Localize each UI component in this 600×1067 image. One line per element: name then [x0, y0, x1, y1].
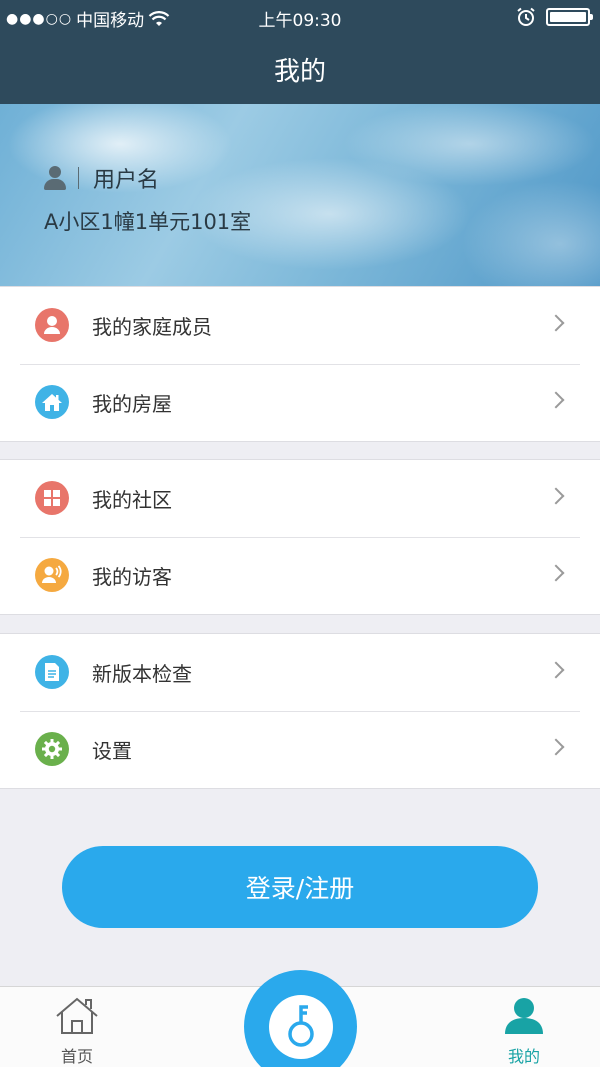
grid-icon — [35, 481, 69, 515]
chevron-right-icon — [547, 487, 565, 505]
profile-header: 用户名 A小区1幢1单元101室 — [0, 104, 600, 286]
menu-item-label: 我的社区 — [92, 488, 172, 512]
chevron-right-icon — [547, 738, 565, 756]
tab-mine[interactable]: 我的 — [474, 987, 574, 1067]
menu-group-community: 我的社区 我的访客 — [0, 459, 600, 615]
center-key-button[interactable] — [244, 970, 357, 1067]
divider — [78, 167, 79, 189]
menu-item-label: 我的家庭成员 — [92, 315, 212, 339]
tab-mine-label: 我的 — [507, 1047, 540, 1066]
menu-item-my-visitors[interactable]: 我的访客 — [0, 537, 600, 614]
person-icon — [35, 308, 69, 342]
person-icon — [505, 998, 543, 1034]
key-icon — [287, 1004, 314, 1047]
house-icon — [35, 385, 69, 419]
chevron-right-icon — [547, 391, 565, 409]
menu-item-my-house[interactable]: 我的房屋 — [0, 364, 600, 441]
menu-item-label: 新版本检查 — [92, 662, 192, 686]
username: 用户名 — [93, 168, 160, 193]
gear-icon — [35, 732, 69, 766]
menu-group-app: 新版本检查 设置 — [0, 633, 600, 789]
battery-icon — [546, 8, 593, 26]
document-icon — [35, 655, 69, 689]
chevron-right-icon — [547, 564, 565, 582]
tab-home[interactable]: 首页 — [27, 987, 127, 1067]
home-icon — [56, 997, 98, 1034]
login-register-button[interactable]: 登录/注册 — [62, 846, 538, 928]
chevron-right-icon — [547, 661, 565, 679]
chevron-right-icon — [547, 314, 565, 332]
page-title: 我的 — [273, 56, 326, 87]
tab-home-label: 首页 — [60, 1047, 93, 1066]
menu-item-my-community[interactable]: 我的社区 — [0, 460, 600, 537]
menu-item-label: 我的访客 — [92, 565, 172, 589]
status-time: 上午09:30 — [258, 11, 342, 31]
menu-item-version-check[interactable]: 新版本检查 — [0, 634, 600, 711]
menu-item-label: 我的房屋 — [92, 392, 172, 416]
status-bar: ●●●○○ 中国移动 上午09:30 — [0, 0, 600, 34]
menu-item-settings[interactable]: 设置 — [0, 711, 600, 788]
alarm-clock-icon — [517, 7, 535, 26]
nav-bar: 我的 — [0, 34, 600, 104]
menu-item-family-members[interactable]: 我的家庭成员 — [0, 287, 600, 364]
menu-item-label: 设置 — [92, 739, 132, 763]
user-icon — [42, 165, 68, 191]
menu-group-family: 我的家庭成员 我的房屋 — [0, 286, 600, 442]
visitor-icon — [35, 558, 69, 592]
user-address: A小区1幢1单元101室 — [44, 210, 252, 234]
